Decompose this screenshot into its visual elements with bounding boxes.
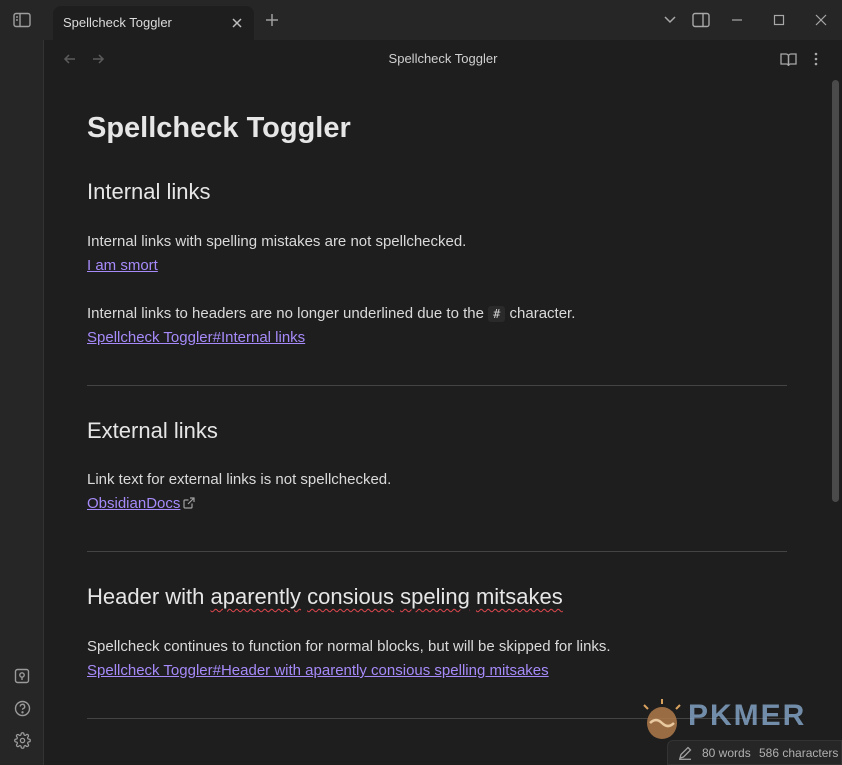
pkmer-watermark: PKMER — [638, 697, 828, 741]
tab-spellcheck-toggler[interactable]: Spellcheck Toggler — [53, 6, 254, 40]
misspelled-word[interactable]: consious — [307, 584, 394, 609]
misspelled-word[interactable]: mitsakes — [476, 584, 563, 609]
book-open-icon[interactable] — [778, 49, 798, 69]
left-ribbon — [0, 40, 44, 765]
scrollbar[interactable] — [832, 80, 839, 502]
heading-word: Header with — [87, 584, 205, 609]
internal-link[interactable]: Spellcheck Toggler#Internal links — [87, 329, 305, 346]
paragraph: Internal links with spelling mistakes ar… — [87, 233, 467, 250]
divider — [87, 385, 787, 386]
character-count: 586 characters — [759, 746, 839, 760]
internal-link[interactable]: Spellcheck Toggler#Header with aparently… — [87, 662, 549, 679]
watermark-text: PKMER — [688, 699, 807, 732]
word-count: 80 words — [702, 746, 751, 760]
heading-misspelled: Header with aparently consious speling m… — [87, 584, 563, 610]
paragraph: Internal links to headers are no longer … — [87, 305, 575, 322]
heading-internal-links: Internal links — [87, 179, 211, 204]
text: character. — [509, 305, 576, 322]
sidebar-toggle-icon[interactable] — [10, 9, 34, 31]
help-icon[interactable] — [11, 697, 33, 719]
settings-icon[interactable] — [11, 729, 33, 751]
external-link[interactable]: ObsidianDocs — [87, 495, 180, 512]
view-header: Spellcheck Toggler — [44, 40, 842, 78]
chevron-down-icon[interactable] — [659, 10, 681, 30]
tab-title: Spellcheck Toggler — [63, 15, 172, 30]
internal-link[interactable]: I am smort — [87, 257, 158, 274]
paragraph: Link text for external links is not spel… — [87, 471, 392, 488]
inline-code: # — [488, 306, 506, 322]
close-icon[interactable] — [228, 14, 246, 32]
divider — [87, 551, 787, 552]
misspelled-word[interactable]: speling — [400, 584, 470, 609]
external-link-icon — [183, 496, 195, 513]
layout-icon[interactable] — [690, 10, 712, 30]
paragraph: Spellcheck continues to function for nor… — [87, 638, 611, 655]
view-title[interactable]: Spellcheck Toggler — [44, 51, 842, 66]
status-bar: 80 words 586 characters — [667, 740, 842, 765]
more-vertical-icon[interactable] — [806, 49, 826, 69]
maximize-icon[interactable] — [768, 10, 790, 30]
external-link-wrapper: ObsidianDocs — [87, 495, 195, 513]
note-title: Spellcheck Toggler — [87, 112, 351, 144]
vault-switcher-icon[interactable] — [11, 665, 33, 687]
heading-external-links: External links — [87, 418, 218, 443]
text: Internal links to headers are no longer … — [87, 305, 484, 322]
minimize-icon[interactable] — [726, 10, 748, 30]
misspelled-word[interactable]: aparently — [211, 584, 302, 609]
window-close-icon[interactable] — [810, 10, 832, 30]
pencil-icon[interactable] — [677, 745, 693, 761]
title-bar: Spellcheck Toggler — [0, 0, 842, 40]
plus-icon[interactable] — [262, 10, 282, 30]
pkmer-logo-icon — [643, 699, 681, 739]
